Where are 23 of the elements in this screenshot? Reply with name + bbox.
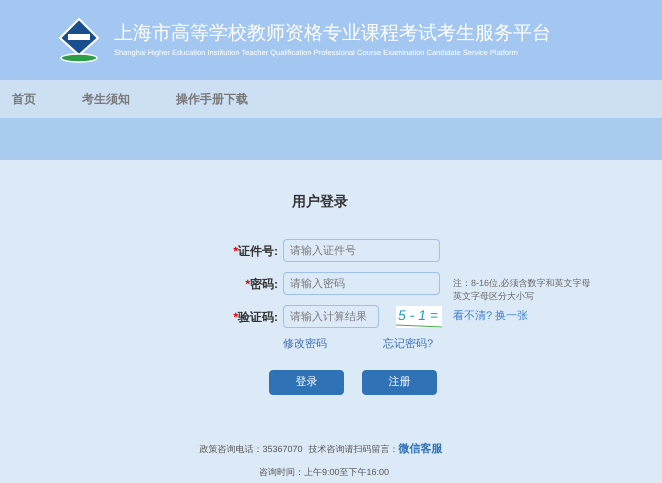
captcha-input[interactable]: 请输入计算结果 [283,305,379,328]
forget-password-link[interactable]: 忘记密码? [383,336,434,352]
site-title: 上海市高等学校教师资格专业课程考试考生服务平台 [114,22,551,46]
nav-link[interactable]: 考生须知 [82,90,130,108]
id-input[interactable]: 请输入证件号 [283,239,440,262]
logo-icon [56,17,102,63]
password-note: 注：8-16位,必须含数字和英文字母 英文字母区分大小写 [453,276,591,302]
refresh-captcha-link[interactable]: 看不清? 换一张 [453,308,528,325]
nav-link[interactable]: 操作手册下载 [176,90,248,108]
field-label: *证件号: [233,242,278,260]
field-label: *验证码: [233,308,278,326]
phone-text: 政策咨询电话：35367070 [199,442,303,456]
login-button[interactable]: 登录 [269,370,344,395]
hours-text: 咨询时间：上午9:00至下午16:00 [258,466,390,478]
register-button[interactable]: 注册 [362,370,437,395]
tech-text: 技术咨询请扫码留言： [308,444,399,454]
wechat-service-link[interactable]: 微信客服 [398,441,443,458]
password-input[interactable]: 请输入密码 [283,272,440,295]
nav-link[interactable]: 首页 [12,90,36,108]
captcha-image[interactable]: 5 - 1 = [396,306,442,328]
field-label: *密码: [245,276,278,292]
login-title: 用户登录 [292,192,348,211]
change-password-link[interactable]: 修改密码 [283,336,327,352]
